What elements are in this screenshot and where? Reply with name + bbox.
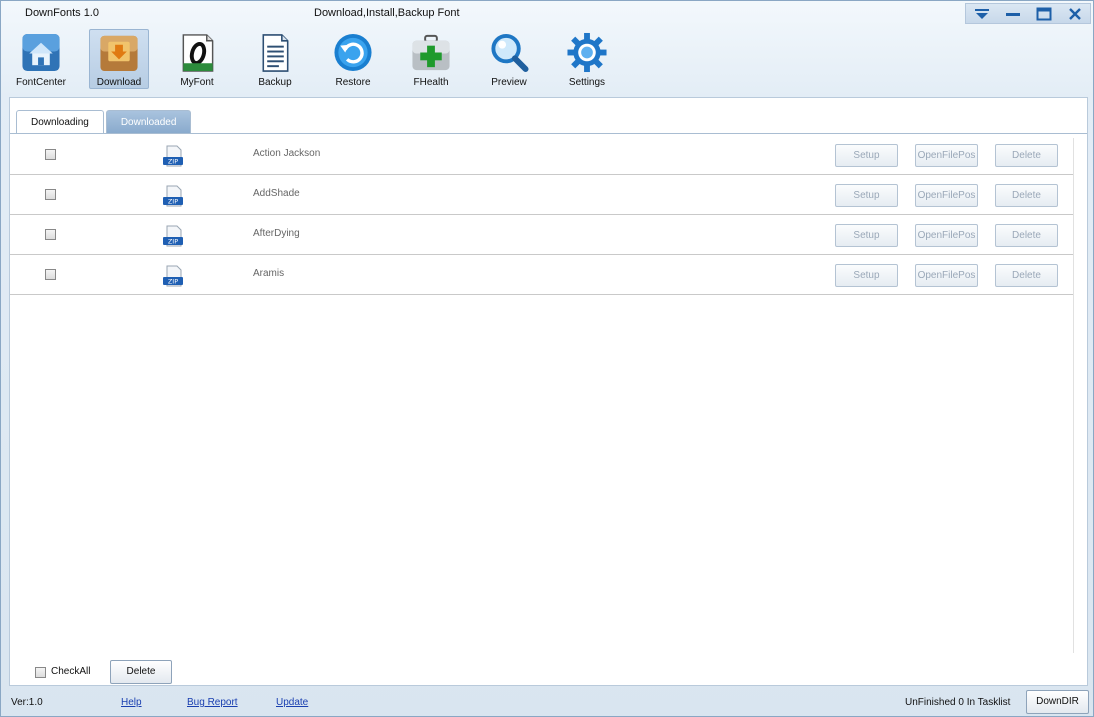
- toolbar-myfont-button[interactable]: MyFont: [167, 29, 227, 89]
- toolbar-settings-button[interactable]: Settings: [557, 29, 617, 89]
- setup-button[interactable]: Setup: [835, 264, 898, 287]
- open-file-pos-button[interactable]: OpenFilePos: [915, 224, 978, 247]
- open-file-pos-button[interactable]: OpenFilePos: [915, 264, 978, 287]
- minimize-icon[interactable]: [1000, 5, 1026, 23]
- setup-button[interactable]: Setup: [835, 184, 898, 207]
- toolbar-preview-button[interactable]: Preview: [479, 29, 539, 89]
- content-panel: Downloading Downloaded ZIP Action Jackso…: [9, 97, 1088, 686]
- row-checkbox[interactable]: [45, 269, 56, 280]
- list-item: ZIP Aramis Setup OpenFilePos Delete: [10, 255, 1073, 295]
- download-box-icon: [100, 35, 138, 72]
- checkall-checkbox[interactable]: [35, 667, 46, 678]
- app-title: DownFonts 1.0: [25, 7, 99, 19]
- title-bar: DownFonts 1.0 Download,Install,Backup Fo…: [1, 1, 1093, 27]
- zip-label: ZIP: [168, 198, 178, 206]
- close-icon[interactable]: [1062, 5, 1088, 23]
- main-toolbar: FontCenter Download MyFont Backup Restor…: [9, 29, 629, 91]
- font-list: ZIP Action Jackson Setup OpenFilePos Del…: [10, 135, 1073, 295]
- font-name: AddShade: [253, 188, 300, 199]
- magnifier-icon: [491, 33, 529, 73]
- help-link[interactable]: Help: [121, 697, 142, 708]
- window-controls: [965, 3, 1091, 24]
- zip-icon: ZIP: [163, 225, 183, 247]
- bulk-delete-button[interactable]: Delete: [110, 660, 172, 684]
- zip-icon: ZIP: [163, 265, 183, 287]
- bug-report-link[interactable]: Bug Report: [187, 697, 238, 708]
- toolbar-fhealth-button[interactable]: FHealth: [401, 29, 461, 89]
- setup-button[interactable]: Setup: [835, 224, 898, 247]
- font-name: Aramis: [253, 268, 285, 279]
- update-link[interactable]: Update: [276, 697, 308, 708]
- tab-downloading[interactable]: Downloading: [16, 110, 104, 134]
- list-item: ZIP AfterDying Setup OpenFilePos Delete: [10, 215, 1073, 255]
- toolbar-label: Download: [96, 77, 142, 88]
- row-checkbox[interactable]: [45, 229, 56, 240]
- version-label: Ver:1.0: [11, 697, 43, 708]
- tab-divider: [10, 133, 1087, 134]
- font-name: AfterDying: [253, 228, 300, 239]
- document-icon: [262, 34, 289, 72]
- toolbar-label: Settings: [568, 77, 606, 88]
- list-item: ZIP Action Jackson Setup OpenFilePos Del…: [10, 135, 1073, 175]
- font-o-icon: [182, 34, 214, 72]
- row-checkbox[interactable]: [45, 189, 56, 200]
- list-scrollbar[interactable]: [1073, 138, 1074, 653]
- status-bar: Ver:1.0 Help Bug Report Update UnFinishe…: [1, 689, 1093, 716]
- open-file-pos-button[interactable]: OpenFilePos: [915, 184, 978, 207]
- maximize-icon[interactable]: [1031, 5, 1057, 23]
- toolbar-fontcenter-button[interactable]: FontCenter: [11, 29, 71, 89]
- toolbar-label: Preview: [491, 77, 527, 88]
- row-checkbox[interactable]: [45, 149, 56, 160]
- delete-button[interactable]: Delete: [995, 144, 1058, 167]
- zip-label: ZIP: [168, 278, 178, 286]
- delete-button[interactable]: Delete: [995, 264, 1058, 287]
- medical-kit-icon: [412, 34, 450, 71]
- toolbar-label: Backup: [258, 77, 292, 88]
- checkall-label: CheckAll: [51, 666, 91, 677]
- delete-button[interactable]: Delete: [995, 224, 1058, 247]
- tab-strip: Downloading Downloaded: [16, 110, 192, 134]
- dropdown-menu-icon[interactable]: [969, 5, 995, 23]
- zip-label: ZIP: [168, 238, 178, 246]
- house-icon: [22, 33, 60, 72]
- toolbar-label: MyFont: [180, 77, 214, 88]
- toolbar-label: FHealth: [413, 77, 449, 88]
- list-item: ZIP AddShade Setup OpenFilePos Delete: [10, 175, 1073, 215]
- toolbar-label: FontCenter: [15, 77, 67, 88]
- restore-arrow-icon: [334, 33, 372, 72]
- gear-icon: [567, 32, 607, 73]
- zip-icon: ZIP: [163, 145, 183, 167]
- tab-downloaded[interactable]: Downloaded: [105, 110, 192, 134]
- zip-label: ZIP: [168, 158, 178, 166]
- downdir-button[interactable]: DownDIR: [1026, 690, 1089, 714]
- delete-button[interactable]: Delete: [995, 184, 1058, 207]
- app-window: DownFonts 1.0 Download,Install,Backup Fo…: [0, 0, 1094, 717]
- toolbar-backup-button[interactable]: Backup: [245, 29, 305, 89]
- toolbar-download-button[interactable]: Download: [89, 29, 149, 89]
- setup-button[interactable]: Setup: [835, 144, 898, 167]
- zip-icon: ZIP: [163, 185, 183, 207]
- toolbar-restore-button[interactable]: Restore: [323, 29, 383, 89]
- toolbar-label: Restore: [335, 77, 371, 88]
- tasklist-status: UnFinished 0 In Tasklist: [905, 697, 1011, 708]
- app-subtitle: Download,Install,Backup Font: [314, 7, 460, 19]
- open-file-pos-button[interactable]: OpenFilePos: [915, 144, 978, 167]
- font-name: Action Jackson: [253, 148, 321, 159]
